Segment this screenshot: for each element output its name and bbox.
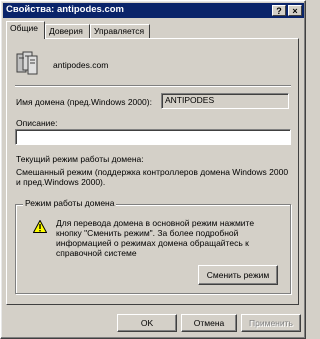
tab-trusts[interactable]: Доверия (45, 24, 90, 38)
title-bar[interactable]: Свойства: antipodes.com ? × (3, 3, 304, 18)
ok-button[interactable]: OK (117, 314, 177, 332)
netbios-name-field: ANTIPODES (161, 93, 289, 109)
help-button[interactable]: ? (272, 5, 286, 16)
window-title: Свойства: antipodes.com (6, 4, 124, 15)
domain-servers-icon (16, 51, 38, 75)
mode-text-line2: и пред.Windows 2000). (16, 177, 106, 187)
description-input[interactable] (15, 129, 291, 145)
info-line4: справочной системе (56, 248, 137, 258)
info-line2: кнопку "Сменить режим". За более подробн… (56, 228, 239, 238)
info-line3: информацией о режимах домена обращайтесь… (56, 238, 249, 248)
apply-button[interactable]: Применить (241, 314, 301, 332)
netbios-name-value: ANTIPODES (165, 95, 215, 105)
info-line1: Для перевода домена в основной режим наж… (56, 218, 255, 228)
properties-dialog: Свойства: antipodes.com ? × Общие Довери… (0, 0, 306, 339)
warning-icon (33, 220, 47, 233)
change-mode-button[interactable]: Сменить режим (198, 265, 278, 285)
mode-text-line1: Смешанный режим (поддержка контроллеров … (16, 167, 289, 177)
netbios-label: Имя домена (пред.Windows 2000): (16, 97, 152, 107)
separator (15, 85, 291, 87)
description-label: Описание: (16, 118, 58, 128)
group-title: Режим работы домена (23, 198, 117, 208)
mode-label: Текущий режим работы домена: (16, 154, 144, 164)
close-button[interactable]: × (288, 5, 302, 16)
tab-general[interactable]: Общие (6, 21, 45, 39)
cancel-button[interactable]: Отмена (181, 314, 237, 332)
domain-name: antipodes.com (53, 60, 109, 70)
tab-managed-by[interactable]: Управляется (90, 24, 150, 38)
